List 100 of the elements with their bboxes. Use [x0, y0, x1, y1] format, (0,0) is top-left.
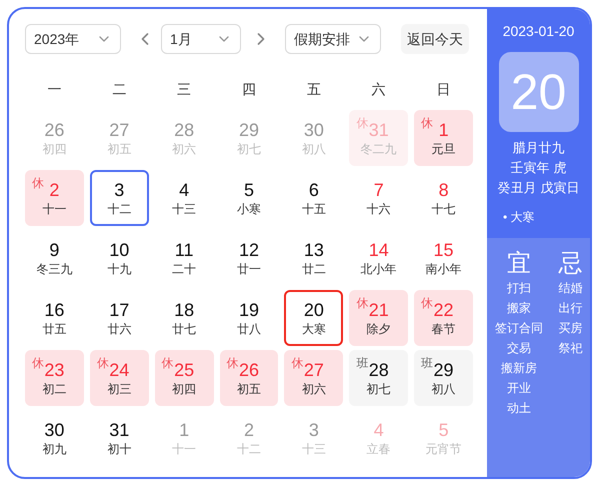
lunar-date: 初十 [107, 441, 132, 457]
day-cell[interactable]: 15 南小年 [414, 230, 473, 286]
lunar-date: 廿二 [302, 261, 326, 277]
day-cell[interactable]: 18 廿七 [154, 290, 214, 346]
day-number: 9 [49, 239, 60, 261]
lunar-date: 十二 [107, 201, 132, 217]
almanac-item: 打扫 [506, 280, 531, 297]
day-number: 31 [109, 419, 130, 441]
day-number: 4 [179, 179, 190, 201]
lunar-date: 初三 [107, 381, 132, 397]
day-cell[interactable]: 31 初十 [90, 410, 149, 466]
almanac-item: 交易 [506, 340, 531, 357]
lunar-date: 立春 [366, 441, 391, 457]
lunar-date: 初六 [302, 381, 326, 397]
lunar-date: 南小年 [426, 261, 462, 277]
lunar-date: 廿七 [172, 321, 196, 337]
holiday-label: 休 [32, 175, 44, 192]
day-cell[interactable]: 休 2 十一 [25, 170, 84, 226]
day-number: 27 [304, 359, 324, 381]
almanac-item: 祭祀 [558, 340, 582, 357]
almanac-item: 买房 [558, 320, 582, 337]
day-cell[interactable]: 13 廿二 [284, 230, 344, 286]
day-number: 30 [304, 119, 324, 141]
day-cell[interactable]: 14 北小年 [349, 230, 408, 286]
lunar-date: 十五 [302, 201, 326, 217]
lunar-date: 廿一 [236, 261, 261, 277]
day-number: 19 [238, 299, 259, 321]
big-day-number: 20 [498, 52, 578, 132]
day-number: 2 [49, 179, 60, 201]
day-number: 1 [179, 419, 190, 441]
year-select[interactable]: 2023年 [25, 24, 121, 54]
lunar-date: 初二 [42, 381, 66, 397]
lunar-info: 壬寅年 虎 [510, 159, 566, 177]
day-cell[interactable]: 8 十七 [414, 170, 473, 226]
day-number: 25 [174, 359, 194, 381]
weekday-label: 四 [240, 80, 257, 99]
lunar-date: 初四 [42, 141, 66, 157]
day-cell[interactable]: 4 十三 [154, 170, 214, 226]
day-cell[interactable]: 19 廿八 [220, 290, 278, 346]
month-select[interactable]: 1月 [161, 24, 241, 54]
lunar-date: 十七 [432, 201, 456, 217]
day-number: 22 [434, 299, 454, 321]
lunar-date: 小寒 [236, 201, 261, 217]
holiday-label: 休 [96, 355, 109, 372]
lunar-date: 冬二九 [360, 141, 397, 157]
lunar-date: 十三 [302, 441, 326, 457]
day-cell[interactable]: 11 二十 [154, 230, 214, 286]
lunar-date: 初五 [107, 141, 132, 157]
day-number: 24 [109, 359, 130, 381]
almanac-item: 动土 [506, 400, 531, 417]
lunar-info: 癸丑月 戊寅日 [498, 179, 580, 197]
holiday-select[interactable]: 假期安排 [285, 24, 381, 54]
day-cell[interactable]: 3 十二 [90, 170, 149, 226]
holiday-label: 休 [356, 115, 368, 132]
day-number: 30 [44, 419, 64, 441]
lunar-date: 廿六 [107, 321, 132, 337]
holiday-label: 班 [421, 355, 434, 372]
holiday-label: 休 [421, 295, 434, 312]
day-cell[interactable]: 30 初九 [25, 410, 84, 466]
day-number: 18 [174, 299, 194, 321]
lunar-date: 廿五 [42, 321, 66, 337]
lunar-date: 元宵节 [426, 441, 462, 457]
day-cell[interactable]: 17 廿六 [90, 290, 149, 346]
lunar-date: 初七 [236, 141, 261, 157]
day-number: 5 [438, 419, 449, 441]
day-number: 4 [374, 419, 384, 441]
selected-date: 2023-01-20 [502, 22, 574, 41]
lunar-date: 大寒 [302, 321, 326, 337]
day-cell[interactable]: 6 十五 [284, 170, 344, 226]
lunar-date: 初七 [366, 381, 391, 397]
day-cell[interactable]: 12 廿一 [220, 230, 278, 286]
day-number: 15 [434, 239, 454, 261]
day-number: 5 [244, 179, 254, 201]
return-today-button[interactable]: 返回今天 [401, 24, 469, 54]
day-number: 21 [368, 299, 389, 321]
day-cell[interactable]: 10 十九 [90, 230, 149, 286]
holiday-label: 休 [32, 355, 44, 372]
weekday-label: 五 [306, 80, 322, 99]
weekday-label: 日 [436, 80, 452, 99]
day-cell[interactable]: 20 大寒 [284, 290, 344, 346]
day-number: 28 [174, 119, 194, 141]
lunar-date: 初八 [432, 381, 456, 397]
holiday-label: 班 [356, 355, 368, 372]
day-cell[interactable]: 5 小寒 [220, 170, 278, 226]
lunar-date: 元旦 [432, 141, 456, 157]
day-cell[interactable]: 休 1 元旦 [414, 110, 473, 166]
day-cell[interactable]: 9 冬三九 [25, 230, 84, 286]
holiday-label: 休 [226, 355, 239, 372]
day-cell[interactable]: 7 十六 [349, 170, 408, 226]
weekday-label: 二 [111, 80, 128, 99]
holiday-label: 休 [291, 355, 304, 372]
holiday-label: 休 [356, 295, 368, 312]
almanac-heading: 忌 [558, 250, 582, 278]
day-cell[interactable]: 16 廿五 [25, 290, 84, 346]
lunar-date: 初六 [172, 141, 196, 157]
lunar-date: 除夕 [366, 321, 391, 337]
day-number: 17 [109, 299, 130, 321]
day-number: 10 [109, 239, 130, 261]
solar-term: • 大寒 [503, 209, 535, 226]
day-number: 31 [368, 119, 389, 141]
